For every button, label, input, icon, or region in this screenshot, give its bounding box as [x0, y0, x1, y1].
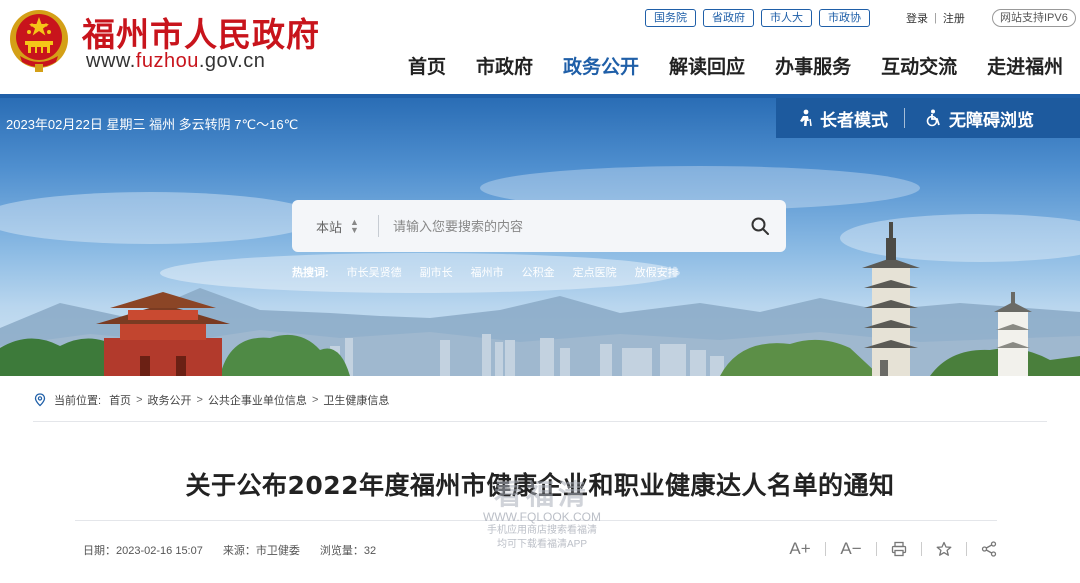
- hot-words-label: 热搜词:: [292, 267, 329, 279]
- top-link-state-council[interactable]: 国务院: [645, 9, 696, 27]
- nav-home[interactable]: 首页: [408, 52, 446, 79]
- breadcrumb-health-info[interactable]: 卫生健康信息: [323, 392, 389, 408]
- hot-word[interactable]: 放假安排: [635, 264, 679, 280]
- hot-search-words: 热搜词: 市长吴贤德 副市长 福州市 公积金 定点医院 放假安排: [292, 264, 679, 280]
- nav-interpretation[interactable]: 解读回应: [669, 52, 745, 79]
- share-icon: [981, 541, 997, 557]
- location-pin-icon: [34, 393, 46, 407]
- nav-government-affairs[interactable]: 政务公开: [563, 52, 639, 79]
- top-link-city-cppcc[interactable]: 市政协: [819, 9, 870, 27]
- print-icon: [891, 541, 907, 557]
- accessible-browse-button[interactable]: 无障碍浏览: [905, 98, 1050, 138]
- breadcrumb-label: 当前位置:: [54, 395, 102, 407]
- auth-separator: |: [934, 12, 937, 24]
- article-views: 浏览量：32: [319, 545, 377, 557]
- accessibility-bar: 长者模式 无障碍浏览: [776, 98, 1080, 138]
- watermark-url: WWW.FQLOOK.COM: [483, 510, 601, 524]
- ipv6-badge: 网站支持IPV6: [992, 9, 1076, 27]
- article-date: 日期：2023-02-16 15:07: [83, 545, 203, 557]
- tool-divider: [825, 542, 826, 556]
- nav-about-fuzhou[interactable]: 走进福州: [987, 52, 1063, 79]
- national-emblem-icon[interactable]: [8, 8, 70, 74]
- tool-divider: [966, 542, 967, 556]
- search-box: 本站 ▲ ▼: [292, 200, 786, 252]
- search-scope-select[interactable]: 本站 ▲ ▼: [292, 217, 378, 236]
- top-link-city-npc[interactable]: 市人大: [761, 9, 812, 27]
- tool-divider: [876, 542, 877, 556]
- search-icon: [751, 217, 769, 235]
- watermark-main: 看福清: [493, 479, 590, 510]
- nav-interaction[interactable]: 互动交流: [881, 52, 957, 79]
- chevron-right-icon: >: [311, 394, 319, 406]
- breadcrumb-home[interactable]: 首页: [109, 392, 131, 408]
- share-button[interactable]: [975, 538, 1003, 560]
- domain-suffix: .gov.cn: [198, 50, 266, 72]
- favorite-button[interactable]: [930, 538, 958, 560]
- register-link[interactable]: 注册: [943, 10, 965, 26]
- print-button[interactable]: [885, 538, 913, 560]
- nav-services[interactable]: 办事服务: [775, 52, 851, 79]
- site-domain: www.fuzhou.gov.cn: [86, 50, 265, 73]
- chevron-right-icon: >: [196, 394, 203, 406]
- hot-word[interactable]: 福州市: [471, 264, 504, 280]
- article-source: 来源：市卫健委: [222, 545, 300, 557]
- star-icon: [936, 541, 952, 556]
- login-link[interactable]: 登录: [906, 10, 928, 26]
- accessible-browse-label: 无障碍浏览: [949, 110, 1034, 130]
- elderly-person-icon: [800, 109, 812, 127]
- domain-prefix: www.: [86, 50, 136, 72]
- domain-accent: fuzhou: [135, 50, 199, 72]
- top-links: 国务院 省政府 市人大 市政协: [645, 9, 870, 27]
- watermark: 看福清 WWW.FQLOOK.COM 手机应用商店搜索看福清 均可下载看福清AP…: [472, 480, 612, 552]
- hot-word[interactable]: 副市长: [420, 264, 453, 280]
- article-tools: A+ A−: [783, 538, 1003, 560]
- search-input[interactable]: [379, 200, 734, 252]
- article-meta: 日期：2023-02-16 15:07 来源：市卫健委 浏览量：32: [83, 542, 376, 558]
- elder-mode-label: 长者模式: [820, 110, 888, 130]
- breadcrumb: 当前位置: 首页 > 政务公开 > 公共企事业单位信息 > 卫生健康信息: [33, 392, 389, 408]
- main-nav: 首页 市政府 政务公开 解读回应 办事服务 互动交流 走进福州: [408, 52, 1063, 79]
- font-increase-button[interactable]: A+: [783, 538, 817, 560]
- sort-arrows-icon: ▲ ▼: [350, 217, 359, 235]
- hot-word[interactable]: 定点医院: [573, 264, 617, 280]
- hot-word[interactable]: 市长吴贤德: [347, 264, 402, 280]
- site-header: 福州市人民政府 www.fuzhou.gov.cn 国务院 省政府 市人大 市政…: [0, 0, 1080, 98]
- white-pagoda: [994, 292, 1032, 376]
- auth-links: 登录 | 注册: [906, 10, 965, 26]
- nav-city-government[interactable]: 市政府: [476, 52, 533, 79]
- search-button[interactable]: [734, 200, 786, 252]
- page: 福州市人民政府 www.fuzhou.gov.cn 国务院 省政府 市人大 市政…: [0, 0, 1080, 583]
- date-weather: 2023年02月22日 星期三 福州 多云转阴 7℃～16℃: [6, 117, 299, 132]
- tool-divider: [921, 542, 922, 556]
- mode-divider: [904, 108, 905, 128]
- banner: 2023年02月22日 星期三 福州 多云转阴 7℃～16℃ 长者模式 无障碍浏…: [0, 98, 1080, 376]
- breadcrumb-divider: [33, 421, 1047, 422]
- chevron-right-icon: >: [136, 394, 143, 406]
- site-name[interactable]: 福州市人民政府: [82, 8, 320, 56]
- wheelchair-icon: [926, 109, 940, 127]
- top-link-province-gov[interactable]: 省政府: [703, 9, 754, 27]
- watermark-line2: 均可下载看福清APP: [496, 539, 587, 550]
- breadcrumb-public-enterprise-info[interactable]: 公共企事业单位信息: [208, 392, 307, 408]
- elder-mode-button[interactable]: 长者模式: [776, 98, 904, 138]
- breadcrumb-government-affairs[interactable]: 政务公开: [148, 392, 192, 408]
- watermark-line1: 手机应用商店搜索看福清: [487, 525, 597, 536]
- hot-word[interactable]: 公积金: [522, 264, 555, 280]
- search-scope-value: 本站: [316, 219, 343, 235]
- font-decrease-button[interactable]: A−: [834, 538, 868, 560]
